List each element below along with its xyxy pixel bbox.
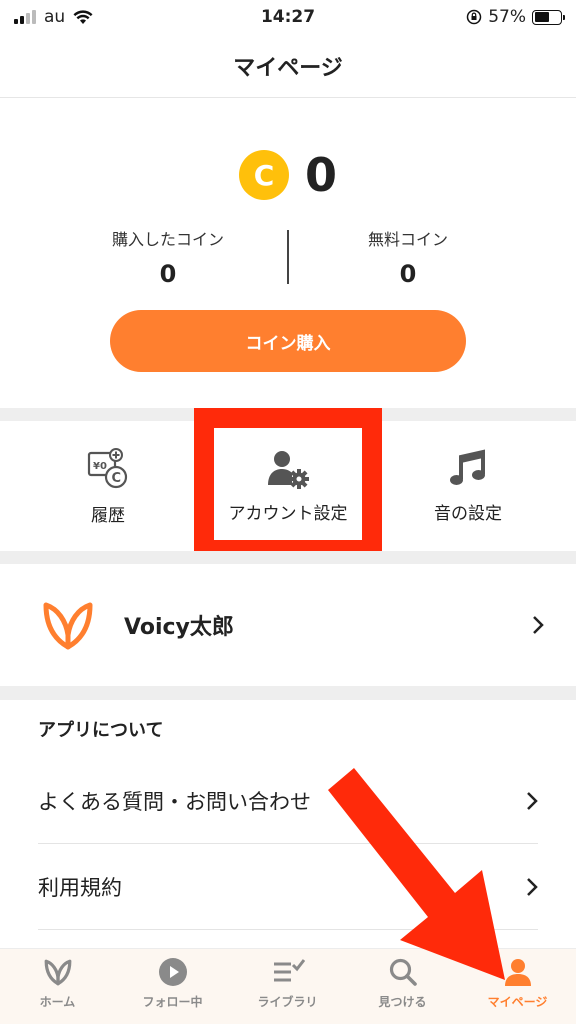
navigation-header: マイページ bbox=[0, 34, 576, 98]
search-icon bbox=[389, 958, 417, 986]
terms-of-service-item[interactable]: 利用規約 bbox=[38, 844, 538, 930]
free-coins-label: 無料コイン bbox=[367, 230, 448, 249]
signal-strength-icon bbox=[14, 10, 36, 24]
sound-settings-label: 音の設定 bbox=[434, 503, 502, 524]
history-button[interactable]: ¥0 C 履歴 bbox=[48, 421, 168, 551]
buy-coins-button[interactable]: コイン購入 bbox=[110, 310, 466, 372]
chevron-right-icon bbox=[533, 616, 544, 634]
voicy-logo-icon bbox=[43, 602, 93, 650]
tab-following[interactable]: フォロー中 bbox=[115, 957, 230, 1010]
terms-of-service-label: 利用規約 bbox=[38, 875, 122, 900]
free-coins-value: 0 bbox=[399, 260, 417, 288]
profile-row[interactable]: Voicy太郎 bbox=[0, 564, 576, 686]
history-label: 履歴 bbox=[91, 505, 125, 526]
faq-contact-item[interactable]: よくある質問・お問い合わせ bbox=[38, 758, 538, 844]
section-divider bbox=[0, 686, 576, 700]
annotation-highlight-box bbox=[194, 408, 382, 560]
tab-mypage-label: マイページ bbox=[487, 995, 548, 1009]
faq-contact-label: よくある質問・お問い合わせ bbox=[38, 789, 311, 814]
coin-summary: C 0 購入したコイン 0 無料コイン 0 コイン購入 bbox=[0, 98, 576, 408]
music-note-icon bbox=[450, 448, 485, 485]
tab-discover-label: 見つける bbox=[378, 995, 427, 1009]
coin-total: 0 bbox=[304, 148, 337, 202]
chevron-right-icon bbox=[527, 877, 538, 896]
tab-library[interactable]: ライブラリ bbox=[230, 957, 345, 1010]
profile-name: Voicy太郎 bbox=[124, 615, 234, 640]
tab-discover[interactable]: 見つける bbox=[345, 957, 460, 1010]
history-coin-icon: ¥0 C bbox=[87, 447, 128, 488]
bottom-tab-bar: ホーム フォロー中 ライブラリ 見つける マイページ bbox=[0, 948, 576, 1024]
voicy-v-icon bbox=[44, 959, 71, 986]
section-divider bbox=[0, 551, 576, 564]
sound-settings-button[interactable]: 音の設定 bbox=[408, 421, 528, 551]
about-section: アプリについて よくある質問・お問い合わせ 利用規約 bbox=[0, 700, 576, 948]
about-heading: アプリについて bbox=[38, 720, 164, 741]
battery-percent: 57% bbox=[488, 7, 526, 27]
page-title: マイページ bbox=[233, 55, 343, 81]
coin-icon: C bbox=[238, 150, 289, 200]
chevron-right-icon bbox=[527, 791, 538, 810]
person-icon bbox=[504, 959, 531, 986]
tab-home-label: ホーム bbox=[39, 995, 76, 1009]
svg-text:C: C bbox=[112, 471, 122, 486]
rotation-lock-icon bbox=[466, 9, 482, 25]
library-icon bbox=[273, 959, 305, 982]
carrier-label: au bbox=[44, 7, 66, 27]
wifi-icon bbox=[73, 9, 93, 24]
battery-icon bbox=[532, 9, 565, 25]
tab-mypage[interactable]: マイページ bbox=[460, 957, 575, 1010]
tab-library-label: ライブラリ bbox=[257, 995, 318, 1009]
svg-text:¥0: ¥0 bbox=[93, 461, 107, 472]
play-icon bbox=[158, 958, 187, 986]
tab-home[interactable]: ホーム bbox=[0, 957, 115, 1010]
status-bar: au 14:27 57% bbox=[0, 0, 576, 34]
tab-following-label: フォロー中 bbox=[142, 995, 203, 1009]
